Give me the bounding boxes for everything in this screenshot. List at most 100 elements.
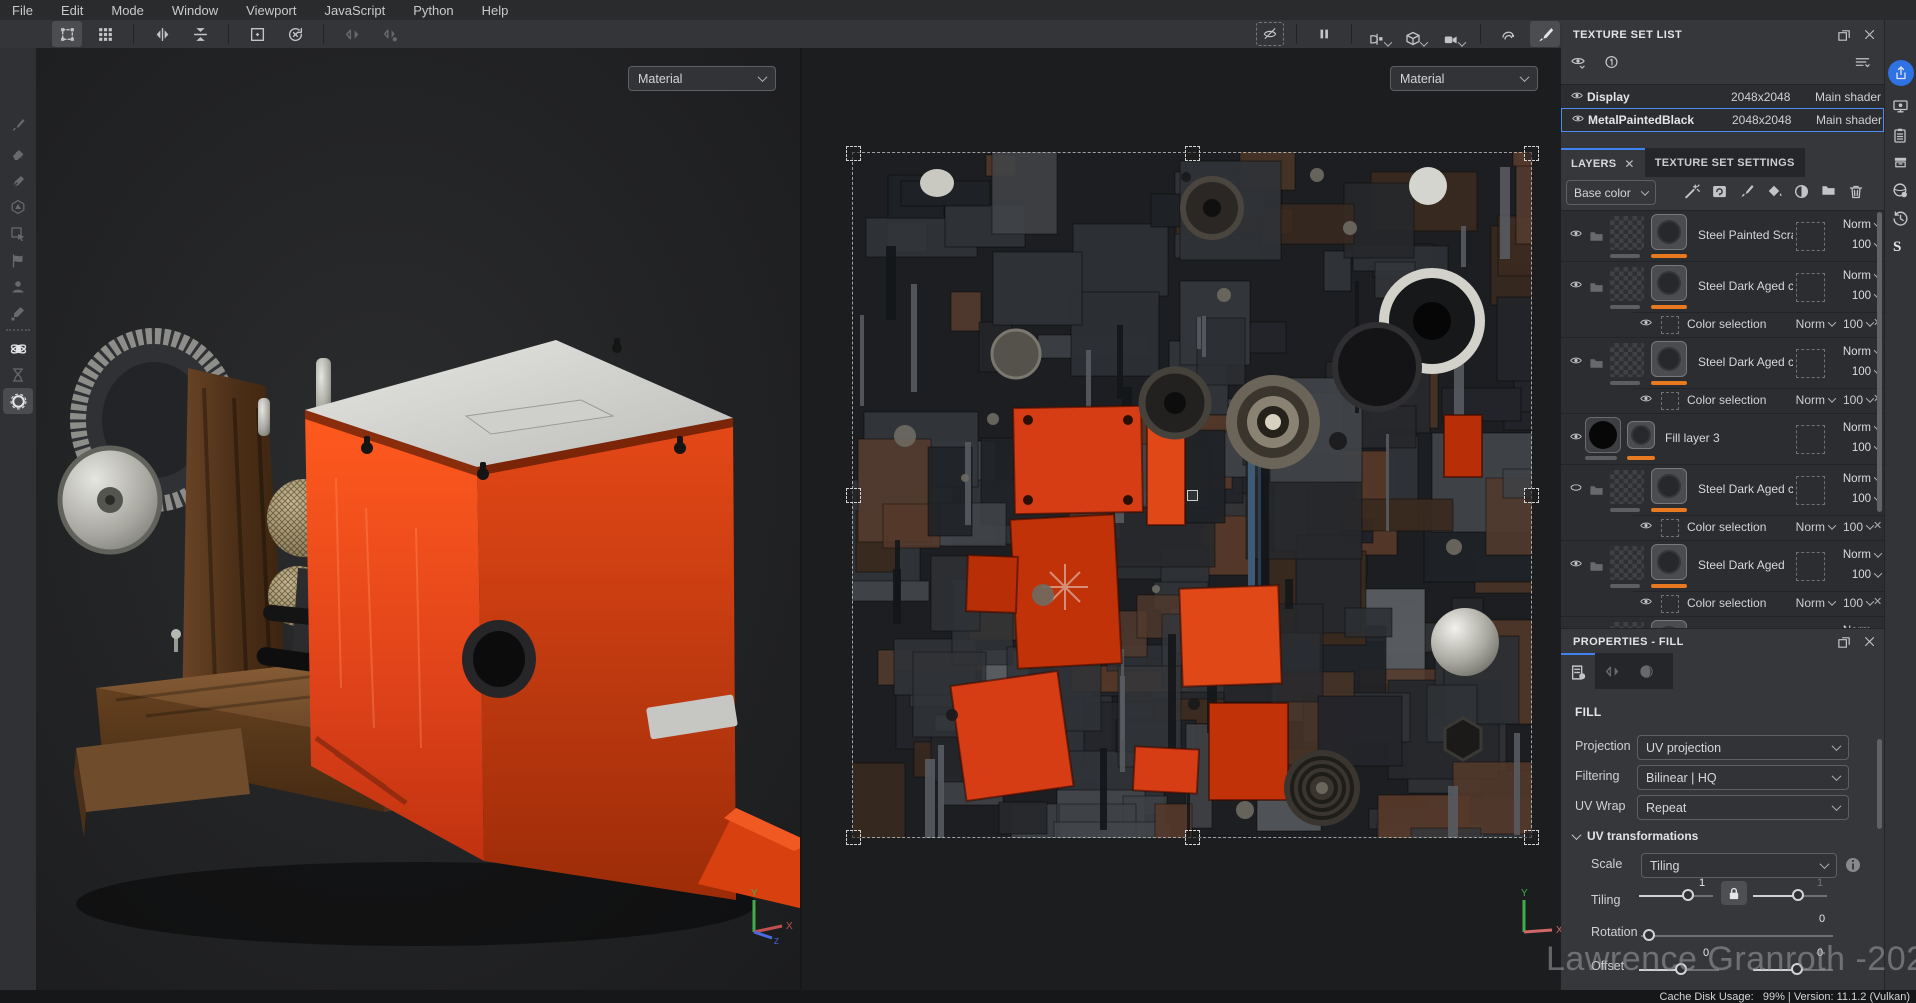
effect-visibility-toggle[interactable] [1638,318,1654,330]
effect-mask-slot[interactable] [1661,316,1679,334]
smudge-tool[interactable] [3,221,33,247]
effect-visibility-toggle[interactable] [1638,394,1654,406]
menu-edit[interactable]: Edit [61,3,83,18]
layer-content-thumbnail[interactable] [1651,214,1687,250]
effect-opacity-dropdown[interactable]: 100 [1839,314,1873,334]
tab-layers[interactable]: LAYERS✕ [1561,148,1645,177]
scale-dropdown[interactable]: Tiling [1641,853,1837,878]
layer-mask-slot[interactable] [1796,222,1825,251]
shelf-button[interactable] [1892,155,1909,170]
opacity-dropdown[interactable]: 100 [1825,565,1881,585]
physics-paint-tool[interactable] [3,335,33,361]
solo-view-button[interactable] [1603,55,1620,70]
tab-material[interactable] [1629,653,1663,689]
effect-mask-slot[interactable] [1661,392,1679,410]
stamp-tool[interactable] [3,274,33,300]
layer-mask-slot[interactable] [1796,425,1825,454]
layer-visibility-toggle[interactable] [1568,280,1584,292]
add-smart-material-button[interactable] [1711,183,1728,200]
blend-mode-dropdown[interactable]: Norm [1825,469,1881,489]
opacity-dropdown[interactable]: 100 [1825,235,1881,255]
uv-tile-grid-button[interactable] [90,21,120,47]
group-folder-icon[interactable] [1588,559,1605,574]
effect-opacity-dropdown[interactable]: 100 [1839,593,1873,613]
layer-visibility-toggle[interactable] [1568,229,1584,241]
add-paint-layer-button[interactable] [1739,183,1755,199]
layer-content-thumbnail[interactable] [1651,620,1687,628]
group-folder-icon[interactable] [1588,483,1605,498]
layers-scrollbar[interactable] [1877,212,1882,512]
symmetry-button[interactable] [337,21,367,47]
viewport-2d[interactable]: Material Y X [802,48,1561,990]
effect-visibility-toggle[interactable] [1638,597,1654,609]
eraser-tool[interactable] [3,141,33,167]
layer-row[interactable]: Steel Dark AgedNorm100 [1561,540,1884,591]
channel-selector-dropdown[interactable]: Base color [1566,180,1656,205]
layer-content-thumbnail[interactable] [1651,544,1687,580]
split-view-dropdown[interactable] [1364,21,1394,47]
add-effect-button[interactable] [1683,183,1700,200]
tab-texture-set-settings[interactable]: TEXTURE SET SETTINGS [1645,148,1805,177]
uv-transformations-header[interactable]: UV transformations [1573,829,1698,843]
lazy-mouse-button[interactable] [1493,21,1523,47]
uv-frame-handle[interactable] [846,488,861,503]
layer-effect-row[interactable]: Color selectionNorm100✕ [1561,388,1884,413]
paint-tool[interactable] [3,112,33,138]
viewer-settings-button[interactable] [1892,182,1909,199]
display-settings-button[interactable] [1892,98,1909,114]
mirror-horizontal-button[interactable] [147,21,177,47]
layer-row[interactable]: Fill layer 3Norm100 [1561,413,1884,464]
group-folder-icon[interactable] [1588,229,1605,244]
texture-set-visibility-icon[interactable] [1567,91,1587,103]
tiling-link-lock[interactable] [1721,881,1747,905]
shader-settings-button[interactable] [1892,127,1908,144]
mirror-vertical-button[interactable] [185,21,215,47]
add-group-button[interactable] [1820,183,1837,198]
menu-javascript[interactable]: JavaScript [324,3,385,18]
layer-visibility-toggle[interactable] [1568,432,1584,444]
layer-effect-row[interactable]: Color selectionNorm100✕ [1561,515,1884,540]
blend-mode-dropdown[interactable]: Norm [1825,342,1881,362]
visibility-options-button[interactable] [1569,55,1587,70]
layer-row[interactable]: Steel Dark Aged copy 3Norm100 [1561,261,1884,312]
add-smart-mask-button[interactable] [1793,183,1810,200]
pause-engine-button[interactable] [1309,21,1339,47]
layer-row[interactable]: Steel Painted Scraped...Norm100 [1561,210,1884,261]
layer-effect-row[interactable]: Color selectionNorm100✕ [1561,312,1884,337]
group-folder-icon[interactable] [1588,280,1605,295]
paint-tool-button[interactable] [1530,21,1560,47]
uv-frame-handle[interactable] [1185,830,1200,845]
layer-mask-slot[interactable] [1796,476,1825,505]
texture-set-row[interactable]: MetalPaintedBlack2048x2048Main shader [1561,108,1884,132]
float-panel-button[interactable] [1837,28,1852,43]
polygon-fill-tool[interactable] [3,194,33,220]
info-icon[interactable] [1845,857,1861,873]
effect-opacity-dropdown[interactable]: 100 [1839,517,1873,537]
viewport-3d[interactable]: Material Y X Z [36,48,800,990]
menu-python[interactable]: Python [413,3,453,18]
uv-wrap-dropdown[interactable]: Repeat [1637,795,1849,820]
effect-mask-slot[interactable] [1661,595,1679,613]
layer-row[interactable]: Steel Dark Aged copy 2Norm100 [1561,337,1884,388]
tiling-y-slider[interactable] [1753,889,1827,902]
menu-file[interactable]: File [12,3,33,18]
tiling-x-slider[interactable] [1639,889,1713,902]
blend-mode-dropdown[interactable]: Norm [1825,266,1881,286]
offset-x-slider[interactable] [1639,963,1719,976]
group-folder-icon[interactable] [1588,356,1605,371]
uv-frame-handle[interactable] [1185,146,1200,161]
effect-blend-dropdown[interactable]: Norm [1783,314,1835,334]
layer-mask-slot[interactable] [1796,273,1825,302]
blend-mode-dropdown[interactable]: Norm [1825,621,1881,628]
blend-mode-dropdown[interactable]: Norm [1825,545,1881,565]
geometry-mask-tool[interactable] [3,248,33,274]
float-properties-button[interactable] [1837,635,1852,650]
layer-row[interactable]: Steel Dark Aged copy 1Norm100 [1561,464,1884,515]
layer-thumbnail[interactable] [1585,417,1621,453]
opacity-dropdown[interactable]: 100 [1825,362,1881,382]
shading-mode-dropdown-3d[interactable]: Material [628,66,776,91]
close-panel-button[interactable] [1863,28,1877,42]
symmetry-settings-button[interactable] [375,21,405,47]
layer-row[interactable]: Norm100 [1561,616,1884,628]
hide-ui-button[interactable] [1256,22,1284,46]
